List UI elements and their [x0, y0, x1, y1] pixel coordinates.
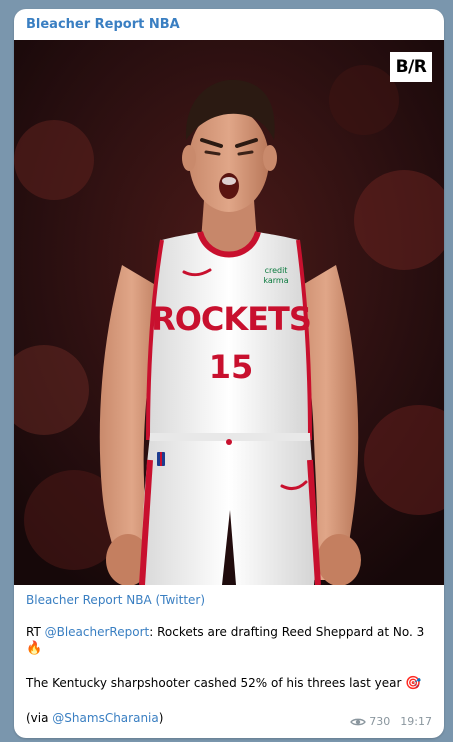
rt-handle-link[interactable]: @BleacherReport [45, 625, 150, 639]
view-count: 730 [369, 715, 391, 728]
fire-emoji-icon: 🔥 [26, 641, 43, 656]
retweet-line: RT @BleacherReport: Rockets are drafting… [26, 624, 432, 657]
via-handle-link[interactable]: @ShamsCharania [52, 711, 158, 725]
stat-line: The Kentucky sharpshooter cashed 52% of … [26, 675, 432, 692]
via-suffix: ) [158, 711, 164, 725]
post-photo[interactable]: ROCKETS 15 credit karma B/R [14, 40, 444, 585]
rt-prefix: RT [26, 625, 45, 639]
channel-name[interactable]: Bleacher Report NBA [26, 17, 180, 32]
message-text: Bleacher Report NBA (Twitter) RT @Bleach… [26, 585, 432, 726]
rt-text: : Rockets are drafting Reed Sheppard at … [149, 625, 425, 639]
sponsor-line2-text: karma [263, 276, 288, 285]
stat-text: The Kentucky sharpshooter cashed 52% of … [26, 676, 406, 690]
message-meta: 730 19:17 [350, 715, 432, 728]
via-prefix: (via [26, 711, 53, 725]
eye-icon [350, 718, 367, 725]
message-bubble: Bleacher Report NBA ROCKETS 15 credit ka… [14, 9, 444, 738]
source-link[interactable]: Bleacher Report NBA (Twitter) [26, 592, 432, 608]
player-illustration: ROCKETS 15 credit karma [14, 40, 444, 585]
sponsor-line1-text: credit [265, 266, 288, 275]
target-emoji-icon: 🎯 [405, 676, 422, 691]
message-time: 19:17 [400, 715, 432, 728]
jersey-team-text: ROCKETS [151, 300, 311, 338]
jersey-number-text: 15 [209, 348, 254, 386]
bleacher-report-logo: B/R [390, 52, 432, 82]
